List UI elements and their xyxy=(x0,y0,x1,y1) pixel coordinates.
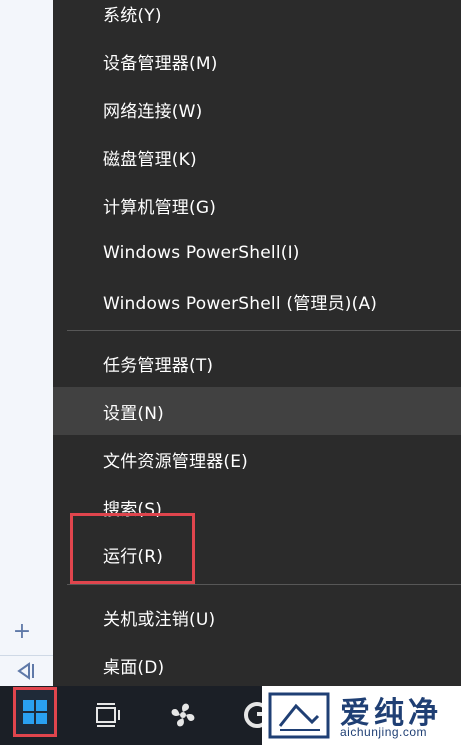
menu-item-task-manager[interactable]: 任务管理器(T) xyxy=(53,339,461,387)
menu-item-disk-management[interactable]: 磁盘管理(K) xyxy=(53,133,461,181)
menu-item-file-explorer[interactable]: 文件资源管理器(E) xyxy=(53,435,461,483)
menu-item-label: 设备管理器(M) xyxy=(103,53,218,74)
menu-item-settings[interactable]: 设置(N) xyxy=(53,387,461,435)
windows-start-icon xyxy=(23,700,47,724)
menu-item-label: 桌面(D) xyxy=(103,657,165,678)
watermark: 爱纯净 aichunjing.com xyxy=(262,686,461,745)
menu-item-label: Windows PowerShell (管理员)(A) xyxy=(103,293,378,314)
menu-item-system[interactable]: 系统(Y) xyxy=(53,0,461,37)
watermark-logo-icon xyxy=(268,692,330,739)
collapse-icon[interactable] xyxy=(6,658,46,684)
menu-item-device-manager[interactable]: 设备管理器(M) xyxy=(53,37,461,85)
menu-item-label: 磁盘管理(K) xyxy=(103,149,197,170)
run-highlight-box xyxy=(70,513,195,584)
menu-item-label: 系统(Y) xyxy=(103,5,162,26)
menu-item-shutdown-signout[interactable]: 关机或注销(U) xyxy=(53,593,461,641)
watermark-url: aichunjing.com xyxy=(340,725,428,739)
start-button[interactable] xyxy=(13,687,57,737)
side-panel-divider xyxy=(0,655,53,656)
menu-item-label: 计算机管理(G) xyxy=(103,197,217,218)
menu-separator xyxy=(67,330,461,331)
quick-link-menu: 系统(Y) 设备管理器(M) 网络连接(W) 磁盘管理(K) 计算机管理(G) … xyxy=(53,0,461,699)
menu-item-label: 文件资源管理器(E) xyxy=(103,451,249,472)
menu-item-powershell-admin[interactable]: Windows PowerShell (管理员)(A) xyxy=(53,277,461,325)
plus-icon[interactable]: + xyxy=(10,620,34,644)
fan-app-icon[interactable] xyxy=(166,698,200,732)
menu-item-network-connections[interactable]: 网络连接(W) xyxy=(53,85,461,133)
menu-item-label: 任务管理器(T) xyxy=(103,355,214,376)
menu-item-label: 关机或注销(U) xyxy=(103,609,216,630)
menu-item-label: Windows PowerShell(I) xyxy=(103,243,300,263)
menu-item-label: 网络连接(W) xyxy=(103,101,203,122)
menu-item-powershell[interactable]: Windows PowerShell(I) xyxy=(53,229,461,277)
task-view-icon[interactable] xyxy=(90,698,124,732)
menu-item-desktop[interactable]: 桌面(D) xyxy=(53,641,461,689)
menu-item-computer-management[interactable]: 计算机管理(G) xyxy=(53,181,461,229)
side-panel: + xyxy=(0,0,54,686)
menu-item-label: 设置(N) xyxy=(103,403,164,424)
menu-separator xyxy=(67,584,461,585)
